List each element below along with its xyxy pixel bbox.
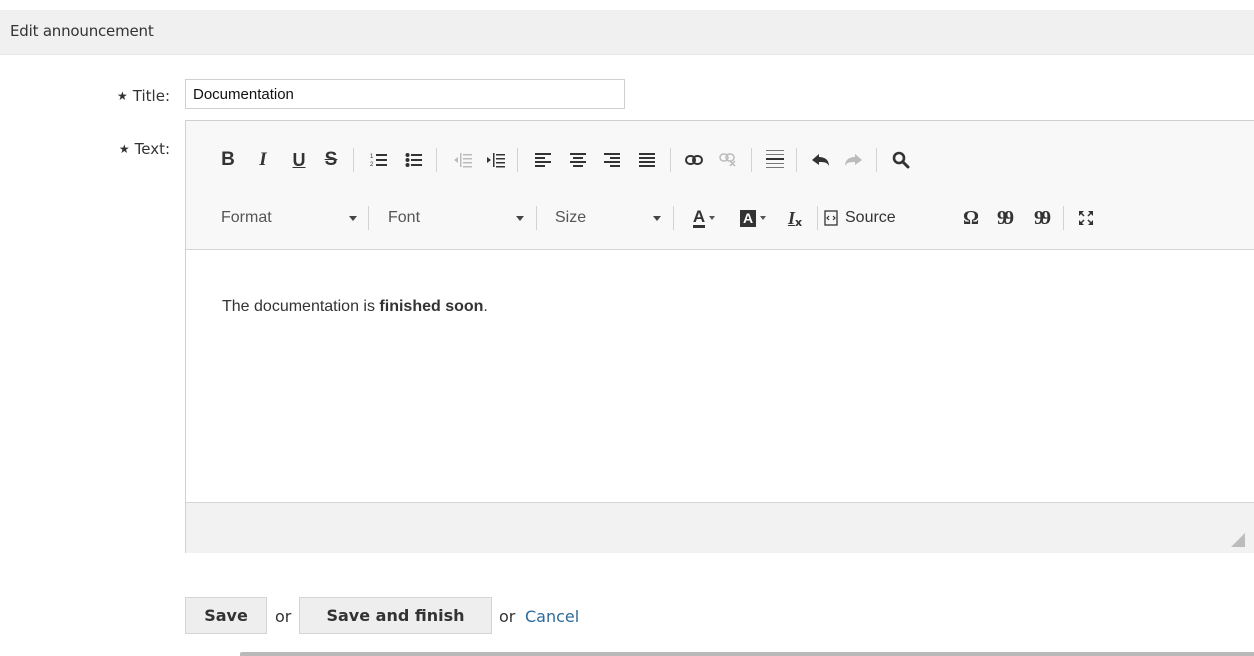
required-star-icon: ★ bbox=[118, 142, 130, 156]
source-button[interactable]: Source bbox=[824, 203, 962, 233]
text-label-wrap: ★ Text: bbox=[100, 140, 170, 158]
increase-indent-icon[interactable] bbox=[481, 145, 511, 175]
background-color-button[interactable]: A bbox=[733, 203, 773, 233]
blockquote-icon[interactable]: 99 bbox=[989, 203, 1019, 233]
font-dropdown[interactable]: Font bbox=[388, 203, 524, 233]
toolbar-divider bbox=[670, 148, 671, 172]
page-header: Edit announcement bbox=[0, 10, 1254, 55]
editor-paragraph: The documentation is finished soon. bbox=[222, 298, 488, 315]
or-text: or bbox=[499, 607, 516, 626]
source-label: Source bbox=[845, 209, 896, 226]
save-button[interactable]: Save bbox=[185, 597, 267, 634]
source-icon bbox=[824, 210, 838, 226]
cancel-link[interactable]: Cancel bbox=[525, 607, 579, 626]
title-label-wrap: ★ Title: bbox=[100, 87, 170, 105]
svg-text:2: 2 bbox=[370, 162, 374, 168]
chevron-down-icon bbox=[349, 216, 357, 221]
text-color-button[interactable]: A bbox=[684, 203, 724, 233]
chevron-down-icon bbox=[653, 216, 661, 221]
rich-text-editor: B I U S 12 Format Font Size A A I x Sour… bbox=[185, 120, 1254, 553]
bulleted-list-icon[interactable] bbox=[399, 145, 429, 175]
remove-format-icon[interactable]: Ix bbox=[780, 203, 810, 233]
chevron-down-icon bbox=[760, 216, 767, 220]
format-dropdown-label: Format bbox=[221, 209, 272, 226]
underline-icon[interactable]: U bbox=[284, 145, 314, 175]
toolbar-divider bbox=[817, 206, 818, 230]
toolbar-divider bbox=[796, 148, 797, 172]
size-dropdown[interactable]: Size bbox=[555, 203, 661, 233]
toolbar-divider bbox=[751, 148, 752, 172]
link-icon[interactable] bbox=[679, 145, 709, 175]
font-dropdown-label: Font bbox=[388, 209, 421, 226]
format-dropdown[interactable]: Format bbox=[221, 203, 357, 233]
editor-toolbar: B I U S 12 Format Font Size A A I x Sour… bbox=[186, 121, 1254, 250]
title-input[interactable] bbox=[185, 79, 625, 109]
justify-icon[interactable] bbox=[632, 145, 662, 175]
required-star-icon: ★ bbox=[117, 89, 128, 103]
toolbar-divider bbox=[876, 148, 877, 172]
horizontal-line-icon[interactable] bbox=[760, 145, 790, 175]
resize-handle-icon[interactable] bbox=[1231, 533, 1245, 547]
undo-icon[interactable] bbox=[806, 145, 836, 175]
align-left-icon[interactable] bbox=[528, 145, 558, 175]
toolbar-divider bbox=[673, 206, 674, 230]
chevron-down-icon bbox=[516, 216, 524, 221]
editor-bold-text: finished soon bbox=[379, 298, 484, 315]
chevron-down-icon bbox=[709, 216, 716, 220]
or-text: or bbox=[275, 607, 292, 626]
special-character-icon[interactable]: Ω bbox=[956, 203, 986, 233]
toolbar-divider bbox=[1063, 206, 1064, 230]
svg-text:1: 1 bbox=[370, 154, 374, 160]
decrease-indent-icon[interactable] bbox=[448, 145, 478, 175]
toolbar-divider bbox=[536, 206, 537, 230]
editor-content[interactable]: The documentation is finished soon. bbox=[186, 250, 1254, 503]
maximize-icon[interactable] bbox=[1071, 203, 1101, 233]
horizontal-scrollbar[interactable] bbox=[240, 652, 1254, 656]
title-label: Title: bbox=[132, 87, 170, 105]
toolbar-divider bbox=[517, 148, 518, 172]
toolbar-divider bbox=[353, 148, 354, 172]
text-color-icon: A bbox=[692, 206, 706, 228]
size-dropdown-label: Size bbox=[555, 209, 587, 226]
italic-icon[interactable]: I bbox=[248, 145, 278, 175]
align-right-icon[interactable] bbox=[597, 145, 627, 175]
page-title: Edit announcement bbox=[10, 22, 154, 40]
background-color-icon: A bbox=[739, 209, 757, 227]
find-icon[interactable] bbox=[886, 145, 916, 175]
toolbar-divider bbox=[436, 148, 437, 172]
editor-status-bar bbox=[186, 503, 1254, 553]
strikethrough-icon[interactable]: S bbox=[316, 145, 346, 175]
toolbar-divider bbox=[368, 206, 369, 230]
align-center-icon[interactable] bbox=[563, 145, 593, 175]
text-label: Text: bbox=[134, 140, 170, 158]
redo-icon[interactable] bbox=[838, 145, 868, 175]
unlink-icon[interactable] bbox=[713, 145, 743, 175]
numbered-list-icon[interactable]: 12 bbox=[364, 145, 394, 175]
bold-icon[interactable]: B bbox=[213, 145, 243, 175]
save-and-finish-button[interactable]: Save and finish bbox=[299, 597, 492, 634]
remove-blockquote-icon[interactable]: 99 bbox=[1026, 203, 1056, 233]
